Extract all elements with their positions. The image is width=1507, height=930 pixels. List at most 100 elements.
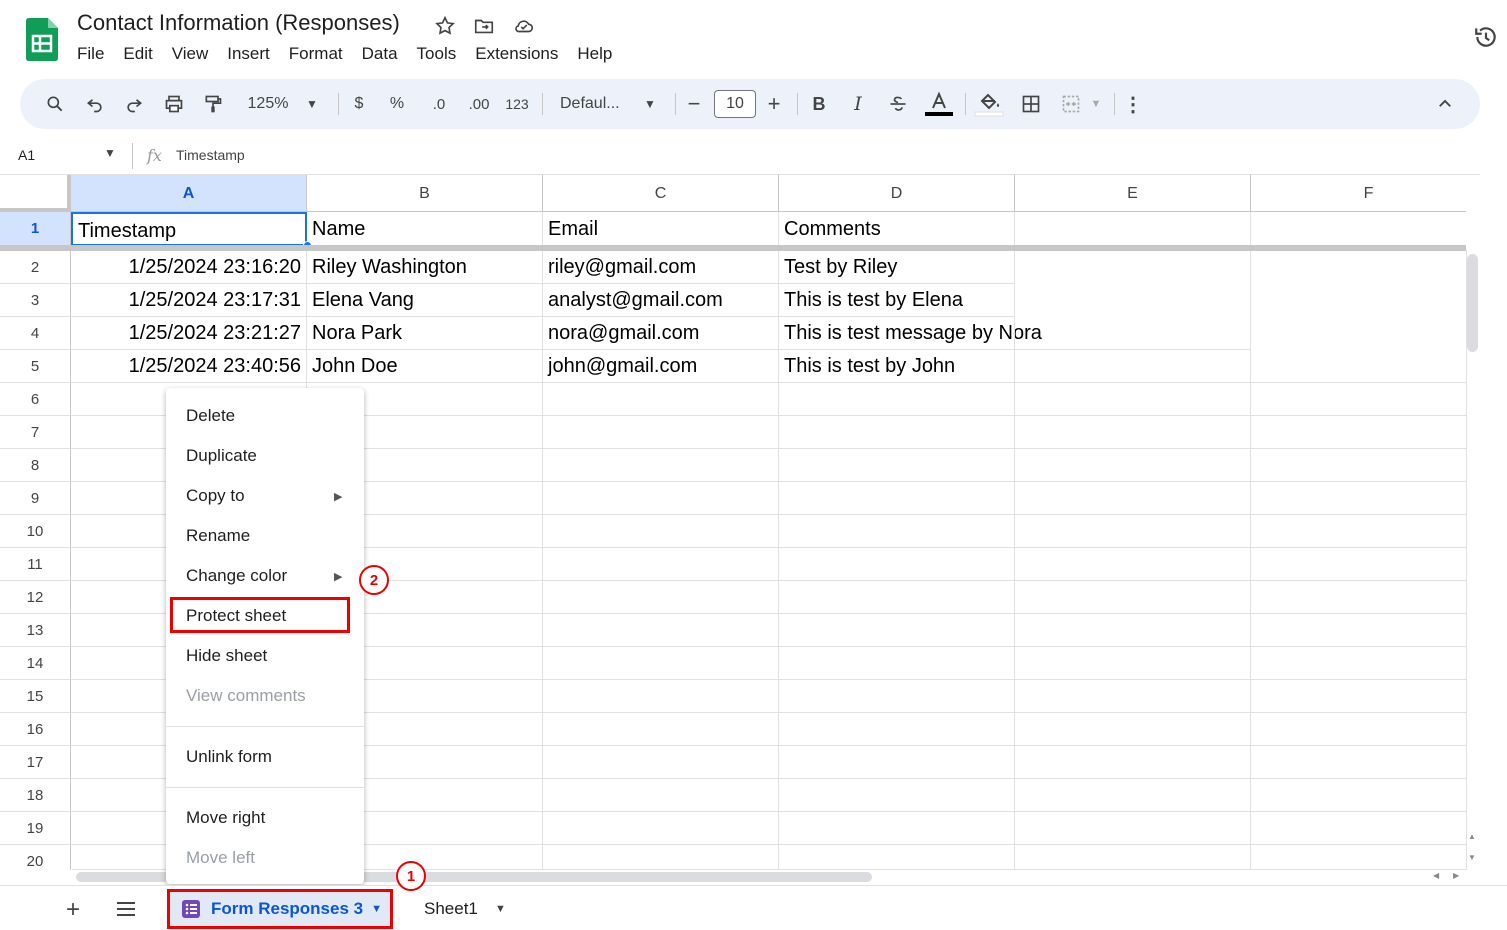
menu-insert[interactable]: Insert [227, 44, 270, 64]
menu-item-copy-to[interactable]: Copy to [186, 486, 245, 506]
comments-cell[interactable]: Test by Riley [779, 251, 1015, 284]
name-cell[interactable]: Elena Vang [307, 284, 543, 317]
decrease-decimal-button[interactable]: .0 [424, 90, 454, 118]
cell[interactable] [1251, 212, 1466, 246]
vertical-scroll-thumb[interactable] [1467, 254, 1478, 352]
menu-help[interactable]: Help [577, 44, 612, 64]
chevron-down-icon[interactable]: ▼ [640, 90, 660, 118]
row-header[interactable]: 20 [0, 845, 71, 870]
row-header[interactable]: 19 [0, 812, 71, 845]
scroll-left-arrow-icon[interactable]: ◀ [1433, 871, 1439, 880]
undo-icon[interactable] [82, 90, 108, 118]
scroll-right-arrow-icon[interactable]: ▶ [1453, 871, 1459, 880]
formula-input[interactable]: Timestamp [176, 147, 245, 163]
menu-item-move-right[interactable]: Move right [186, 808, 265, 828]
row-header[interactable]: 12 [0, 581, 71, 614]
menu-tools[interactable]: Tools [417, 44, 457, 64]
header-cell[interactable]: Email [543, 212, 779, 246]
cell[interactable] [1015, 212, 1251, 246]
strikethrough-icon[interactable] [885, 90, 911, 118]
menu-item-hide-sheet[interactable]: Hide sheet [186, 646, 267, 666]
column-header-b[interactable]: B [307, 175, 543, 212]
row-header[interactable]: 4 [0, 317, 71, 350]
all-sheets-icon[interactable] [116, 900, 136, 923]
increase-decimal-button[interactable]: .00 [462, 90, 496, 118]
decrease-font-size-icon[interactable]: − [682, 90, 706, 118]
row-header[interactable]: 3 [0, 284, 71, 317]
menu-view[interactable]: View [172, 44, 209, 64]
chevron-down-icon[interactable]: ▼ [1088, 90, 1104, 118]
row-header[interactable]: 18 [0, 779, 71, 812]
bold-button[interactable]: B [806, 90, 832, 118]
menu-data[interactable]: Data [362, 44, 398, 64]
italic-button[interactable]: I [845, 90, 871, 118]
timestamp-cell[interactable]: 1/25/2024 23:17:31 [71, 284, 307, 317]
row-header[interactable]: 14 [0, 647, 71, 680]
move-folder-icon[interactable] [471, 13, 497, 39]
timestamp-cell[interactable]: 1/25/2024 23:40:56 [71, 350, 307, 383]
increase-font-size-icon[interactable]: + [762, 90, 786, 118]
chevron-down-icon[interactable]: ▼ [104, 146, 116, 160]
chevron-down-icon[interactable]: ▼ [371, 903, 382, 915]
add-sheet-icon[interactable]: + [66, 896, 80, 924]
menu-item-change-color[interactable]: Change color [186, 566, 287, 586]
sheets-logo-icon[interactable] [26, 18, 58, 61]
more-formats-button[interactable]: 123 [503, 90, 531, 118]
row-header[interactable]: 15 [0, 680, 71, 713]
menu-item-delete[interactable]: Delete [186, 406, 235, 426]
search-menus-icon[interactable] [42, 90, 68, 118]
sheet-tab-sheet1[interactable]: Sheet1 [424, 899, 478, 919]
column-header-d[interactable]: D [779, 175, 1015, 212]
chevron-down-icon[interactable]: ▼ [302, 90, 322, 118]
row-header[interactable]: 11 [0, 548, 71, 581]
version-history-icon[interactable] [1471, 22, 1501, 52]
redo-icon[interactable] [121, 90, 147, 118]
paint-format-icon[interactable] [200, 90, 226, 118]
menu-item-duplicate[interactable]: Duplicate [186, 446, 257, 466]
row-header[interactable]: 9 [0, 482, 71, 515]
name-cell[interactable]: Nora Park [307, 317, 543, 350]
header-cell[interactable]: Name [307, 212, 543, 246]
name-box[interactable]: A1 [18, 147, 35, 163]
font-size-input[interactable]: 10 [714, 90, 756, 118]
select-all-corner[interactable] [0, 175, 71, 212]
chevron-down-icon[interactable]: ▼ [495, 903, 506, 915]
row-header[interactable]: 8 [0, 449, 71, 482]
document-title[interactable]: Contact Information (Responses) [77, 10, 400, 36]
fill-color-icon[interactable] [973, 90, 1005, 118]
menu-item-rename[interactable]: Rename [186, 526, 250, 546]
menu-item-unlink-form[interactable]: Unlink form [186, 747, 272, 767]
row-header[interactable]: 17 [0, 746, 71, 779]
text-color-icon[interactable] [923, 90, 955, 118]
menu-file[interactable]: File [77, 44, 104, 64]
scroll-down-arrow-icon[interactable]: ▼ [1468, 853, 1476, 862]
menu-format[interactable]: Format [289, 44, 343, 64]
column-header-f[interactable]: F [1251, 175, 1466, 212]
font-select[interactable]: Defaul... [560, 90, 632, 118]
comments-cell[interactable]: This is test by John [779, 350, 1015, 383]
row-header[interactable]: 6 [0, 383, 71, 416]
row-header[interactable]: 10 [0, 515, 71, 548]
menu-extensions[interactable]: Extensions [475, 44, 558, 64]
email-cell[interactable]: analyst@gmail.com [543, 284, 779, 317]
header-cell[interactable]: Timestamp [71, 212, 307, 246]
merge-cells-icon[interactable] [1058, 90, 1084, 118]
column-header-e[interactable]: E [1015, 175, 1251, 212]
row-header[interactable]: 16 [0, 713, 71, 746]
column-header-c[interactable]: C [543, 175, 779, 212]
cloud-status-icon[interactable] [511, 13, 537, 39]
header-cell[interactable]: Comments [779, 212, 1015, 246]
name-cell[interactable]: John Doe [307, 350, 543, 383]
column-header-a[interactable]: A [71, 175, 307, 212]
row-header[interactable]: 13 [0, 614, 71, 647]
timestamp-cell[interactable]: 1/25/2024 23:21:27 [71, 317, 307, 350]
email-cell[interactable]: riley@gmail.com [543, 251, 779, 284]
chevron-up-icon[interactable] [1432, 90, 1458, 118]
row-header[interactable]: 5 [0, 350, 71, 383]
name-cell[interactable]: Riley Washington [307, 251, 543, 284]
email-cell[interactable]: john@gmail.com [543, 350, 779, 383]
row-header[interactable]: 2 [0, 251, 71, 284]
timestamp-cell[interactable]: 1/25/2024 23:16:20 [71, 251, 307, 284]
email-cell[interactable]: nora@gmail.com [543, 317, 779, 350]
menu-edit[interactable]: Edit [123, 44, 152, 64]
